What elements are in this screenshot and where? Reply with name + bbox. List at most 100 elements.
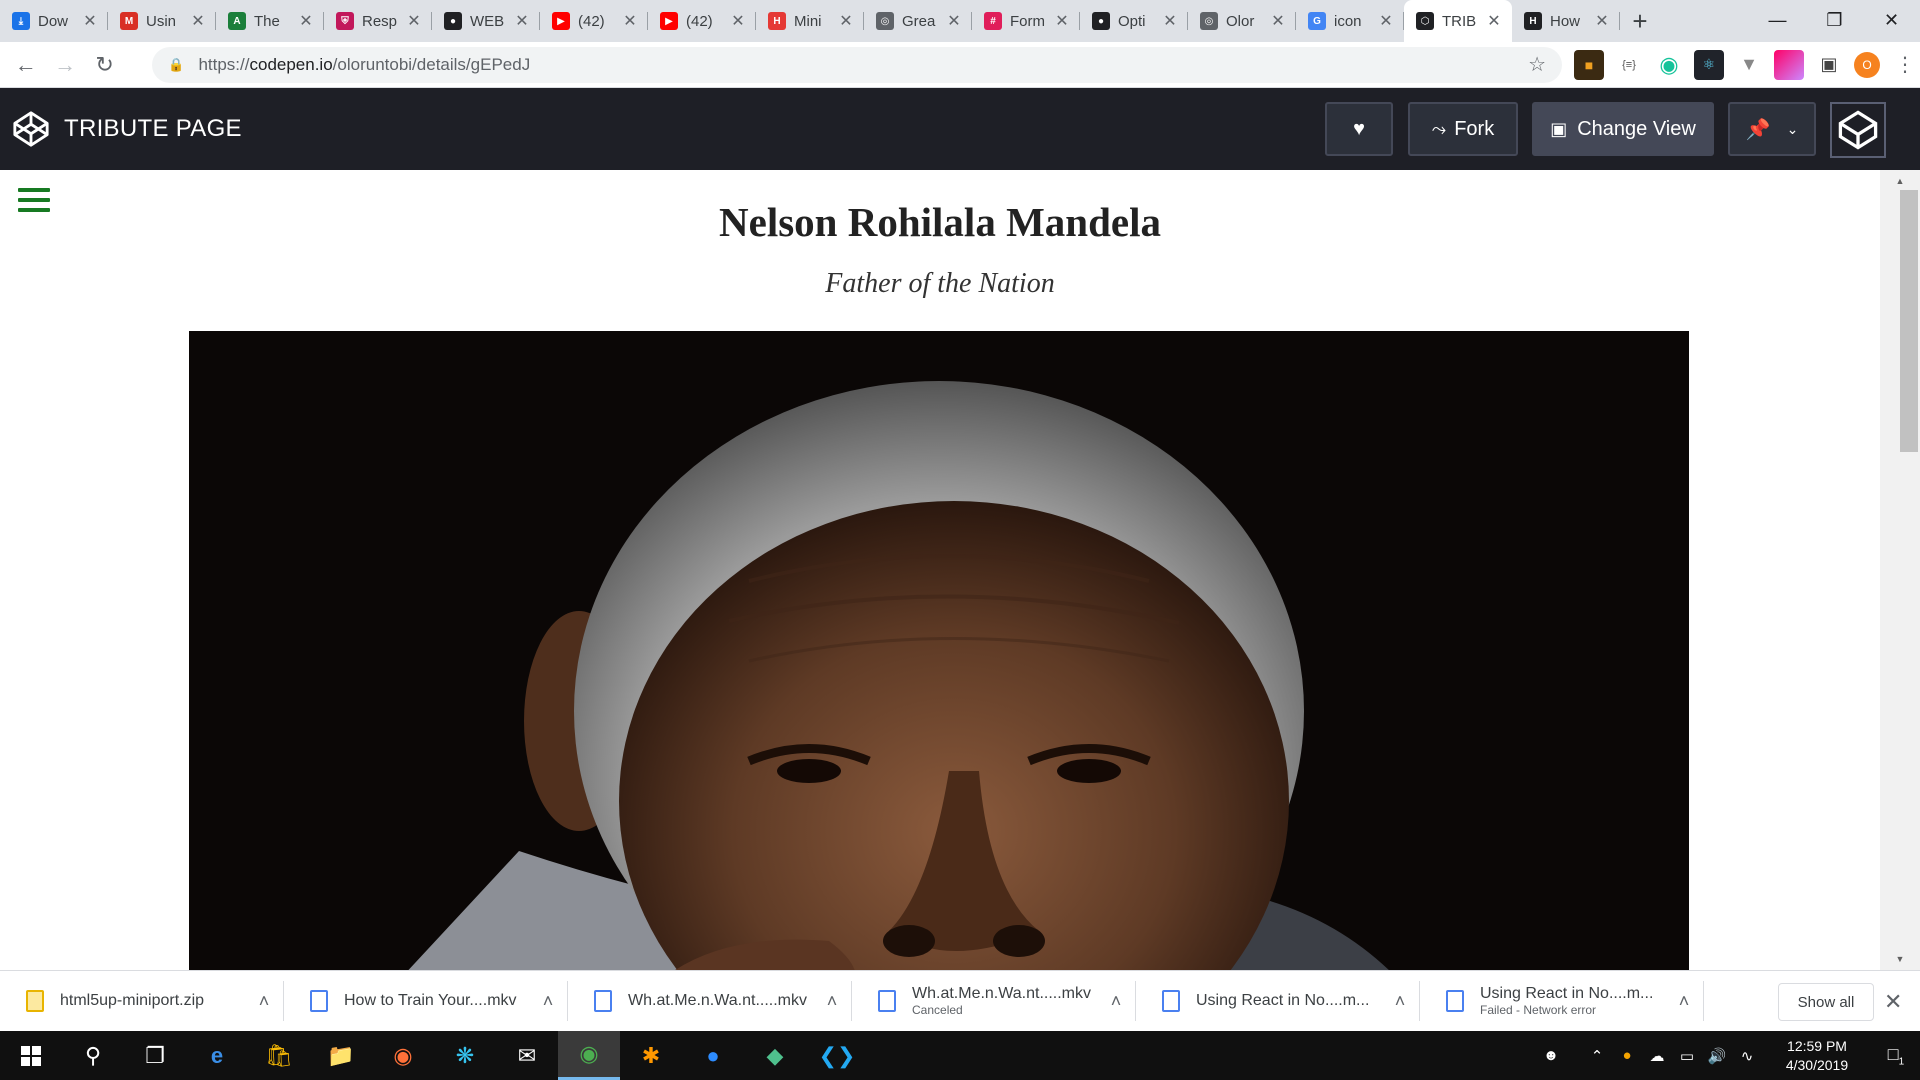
grammarly-icon[interactable]: ◉ xyxy=(1654,50,1684,80)
slack-icon[interactable]: ❋ xyxy=(434,1031,496,1080)
battery-icon[interactable]: ▭ xyxy=(1672,1047,1702,1065)
close-tab-icon[interactable]: ✕ xyxy=(730,11,746,31)
wifi-icon[interactable]: ∿ xyxy=(1732,1047,1762,1065)
close-tab-icon[interactable]: ✕ xyxy=(1270,11,1286,31)
chrome-icon[interactable]: ◉ xyxy=(558,1031,620,1080)
chevron-up-icon[interactable]: ˄ xyxy=(1106,991,1126,1012)
scroll-down-arrow-icon[interactable]: ▼ xyxy=(1880,950,1920,968)
close-tab-icon[interactable]: ✕ xyxy=(406,11,422,31)
browser-tab[interactable]: H Mini ✕ xyxy=(756,0,864,42)
address-bar[interactable]: 🔒 https://codepen.io/oloruntobi/details/… xyxy=(152,46,1563,83)
close-tab-icon[interactable]: ✕ xyxy=(622,11,638,31)
edge-icon[interactable]: e xyxy=(186,1031,248,1080)
fork-button[interactable]: ⤳ Fork xyxy=(1408,102,1518,156)
page-scrollbar[interactable]: ▲ ▼ xyxy=(1880,170,1920,970)
close-window-button[interactable]: ✕ xyxy=(1863,0,1920,40)
show-hidden-icons-chevron-icon[interactable]: ⌃ xyxy=(1582,1047,1612,1065)
close-tab-icon[interactable]: ✕ xyxy=(82,11,98,31)
task-view-icon[interactable]: ❐ xyxy=(124,1031,186,1080)
browser-tab[interactable]: M Usin ✕ xyxy=(108,0,216,42)
pin-button[interactable]: 📌 ⌄ xyxy=(1728,102,1816,156)
close-tab-icon[interactable]: ✕ xyxy=(838,11,854,31)
chevron-down-icon[interactable]: ⌄ xyxy=(1787,121,1799,138)
close-downloads-icon[interactable]: ✕ xyxy=(1884,989,1902,1015)
download-item[interactable]: How to Train Your....mkv ˄ xyxy=(284,971,568,1032)
change-view-button[interactable]: ▣ Change View xyxy=(1532,102,1714,156)
browser-tab[interactable]: ⬡ TRIB ✕ xyxy=(1404,0,1512,42)
user-avatar[interactable] xyxy=(1830,102,1886,158)
browser-tab[interactable]: A The ✕ xyxy=(216,0,324,42)
close-tab-icon[interactable]: ✕ xyxy=(1378,11,1394,31)
chevron-up-icon[interactable]: ˄ xyxy=(538,991,558,1012)
json-extension-icon[interactable]: {≡} xyxy=(1614,50,1644,80)
profile-avatar[interactable]: O xyxy=(1854,51,1881,78)
browser-tab[interactable]: ⛨ Resp ✕ xyxy=(324,0,432,42)
mail-icon[interactable]: ✉ xyxy=(496,1031,558,1080)
tab-title: WEB xyxy=(470,12,505,30)
download-item[interactable]: Wh.at.Me.n.Wa.nt.....mkv ˄ xyxy=(568,971,852,1032)
download-item[interactable]: Using React in No....m... ˄ xyxy=(1136,971,1420,1032)
close-tab-icon[interactable]: ✕ xyxy=(1054,11,1070,31)
show-all-downloads-button[interactable]: Show all xyxy=(1778,983,1874,1021)
scrollbar-thumb[interactable] xyxy=(1900,190,1918,452)
screen-capture-icon[interactable]: ▣ xyxy=(1814,50,1844,80)
action-center-icon[interactable]: □1 xyxy=(1872,1044,1920,1068)
taskbar-clock[interactable]: 12:59 PM 4/30/2019 xyxy=(1762,1037,1872,1075)
browser-tab[interactable]: Gicon ✕ xyxy=(1296,0,1404,42)
download-status: Failed - Network error xyxy=(1480,1003,1597,1017)
close-tab-icon[interactable]: ✕ xyxy=(946,11,962,31)
browser-tab[interactable]: ◎ Grea ✕ xyxy=(864,0,972,42)
vue-devtools-icon[interactable]: ▼ xyxy=(1734,50,1764,80)
back-button[interactable]: ← xyxy=(6,44,45,86)
scroll-up-arrow-icon[interactable]: ▲ xyxy=(1880,172,1920,190)
browser-tab[interactable]: ⤓ Dow ✕ xyxy=(0,0,108,42)
chevron-up-icon[interactable]: ˄ xyxy=(1674,991,1694,1012)
store-icon[interactable]: 🛍 xyxy=(248,1031,310,1080)
download-item[interactable]: Using React in No....m... Failed - Networ… xyxy=(1420,971,1704,1032)
htg-icon: H xyxy=(1524,12,1542,30)
close-tab-icon[interactable]: ✕ xyxy=(1594,11,1610,31)
app-asterisk-icon[interactable]: ✱ xyxy=(620,1031,682,1080)
browser-tab[interactable]: ◎ Olor ✕ xyxy=(1188,0,1296,42)
restore-button[interactable]: ❐ xyxy=(1806,0,1863,40)
gitkraken-icon[interactable]: ◆ xyxy=(744,1031,806,1080)
chevron-up-icon[interactable]: ˄ xyxy=(822,991,842,1012)
bookmark-star-icon[interactable]: ☆ xyxy=(1528,52,1546,77)
close-tab-icon[interactable]: ✕ xyxy=(1162,11,1178,31)
chrome-menu-icon[interactable]: ⋮ xyxy=(1890,50,1920,80)
forward-button[interactable]: → xyxy=(45,44,84,86)
close-tab-icon[interactable]: ✕ xyxy=(190,11,206,31)
volume-icon[interactable]: 🔊 xyxy=(1702,1047,1732,1065)
chevron-up-icon[interactable]: ˄ xyxy=(254,991,274,1012)
color-extension-icon[interactable] xyxy=(1774,49,1805,80)
browser-tab[interactable]: ▶ (42) ✕ xyxy=(648,0,756,42)
download-item[interactable]: html5up-miniport.zip ˄ xyxy=(0,971,284,1032)
minimize-button[interactable]: — xyxy=(1749,0,1806,40)
search-icon[interactable]: ⚲ xyxy=(62,1031,124,1080)
react-devtools-icon[interactable]: ⚛ xyxy=(1694,49,1725,80)
browser-tab[interactable]: # Form ✕ xyxy=(972,0,1080,42)
codepen-logo-icon[interactable] xyxy=(12,110,50,148)
extension-icon[interactable]: ■ xyxy=(1574,49,1605,80)
browser-tab[interactable]: ● Opti ✕ xyxy=(1080,0,1188,42)
onedrive-icon[interactable]: ☁ xyxy=(1642,1047,1672,1065)
zip-file-icon xyxy=(26,990,44,1012)
tray-app-icon[interactable]: ● xyxy=(1612,1047,1642,1064)
download-item[interactable]: Wh.at.Me.n.Wa.nt.....mkv Canceled ˄ xyxy=(852,971,1136,1032)
firefox-icon[interactable]: ◉ xyxy=(372,1031,434,1080)
vscode-icon[interactable]: ❮❯ xyxy=(806,1031,868,1080)
zoom-icon[interactable]: ● xyxy=(682,1031,744,1080)
like-button[interactable]: ♥ xyxy=(1325,102,1393,156)
new-tab-button[interactable]: + xyxy=(1620,0,1660,42)
reload-button[interactable]: ↻ xyxy=(85,44,124,86)
browser-tab[interactable]: H How ✕ xyxy=(1512,0,1620,42)
close-tab-icon[interactable]: ✕ xyxy=(514,11,530,31)
browser-tab[interactable]: ● WEB ✕ xyxy=(432,0,540,42)
close-tab-icon[interactable]: ✕ xyxy=(1486,11,1502,31)
close-tab-icon[interactable]: ✕ xyxy=(298,11,314,31)
chevron-up-icon[interactable]: ˄ xyxy=(1390,991,1410,1012)
people-icon[interactable]: ☻ xyxy=(1536,1047,1566,1064)
browser-tab[interactable]: ▶ (42) ✕ xyxy=(540,0,648,42)
file-explorer-icon[interactable]: 📁 xyxy=(310,1031,372,1080)
start-button[interactable] xyxy=(0,1031,62,1080)
